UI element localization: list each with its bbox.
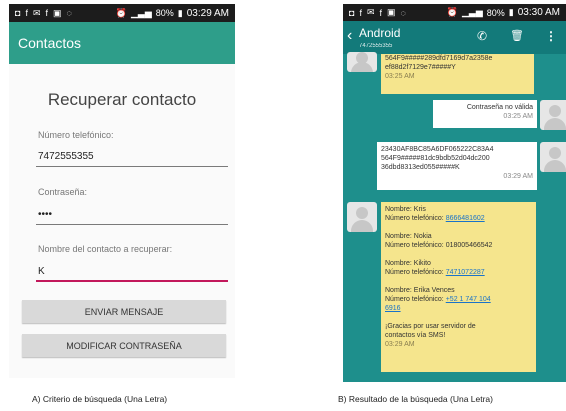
contact-result-phone: Número telefónico: 7471072287 [385,269,485,276]
message-text: Contraseña no válida [466,104,533,111]
alarm-icon: ⏰ [115,7,127,18]
message-bubble-outgoing[interactable]: Contraseña no válida 03:25 AM [433,100,537,128]
status-right: ⏰ ▁▃▅ 80% ▮ 03:29 AM [116,8,229,19]
change-password-button[interactable]: MODIFICAR CONTRASEÑA [22,334,226,357]
status-time: 03:30 AM [517,7,560,18]
signal-icon: ▁▃▅ [462,7,483,17]
message-bubble-incoming[interactable]: Nombre: Kris Número telefónico: 86664816… [381,202,536,372]
message-line: ef88d2f7129e7#####Y [385,64,456,71]
battery-icon: ▮ [177,7,183,18]
page-title: Recuperar contacto [47,90,197,109]
avatar-icon [347,52,377,72]
message-line: 564F9#####289dfd7169d7a2358e [385,55,493,62]
contact-result-name: Nombre: Nokia [385,233,432,240]
closing-line: contactos vía SMS! [385,332,446,339]
contact-number: 7472555355 [359,43,393,49]
message-time: 03:25 AM [385,73,415,80]
phone-link[interactable]: 7471072287 [446,269,485,276]
mail-icon: ✉ [32,7,42,18]
phone-link[interactable]: +52 1 747 104 [446,296,491,303]
contact-result-name: Nombre: Erika Vences [385,287,455,294]
password-label: Contraseña: [38,187,88,197]
phone-icon[interactable]: ✆ [477,29,487,43]
phone-field[interactable]: 7472555355 [38,151,94,162]
facebook-icon: f [45,8,50,18]
closing-line: ¡Gracias por usar servidor de [385,323,476,330]
message-line: 23430AF8BC85A6DF065222C83A4 [381,146,494,153]
message-time: 03:29 AM [385,341,415,348]
notification-icon: ◘ [15,8,22,18]
notification-icons: ◘ f ✉ f ▣ ◌ [15,8,73,19]
back-arrow-icon[interactable]: ‹ [347,27,352,45]
password-field-underline [36,224,228,225]
send-message-button[interactable]: ENVIAR MENSAJE [22,300,226,323]
notification-icon: ◘ [349,7,356,18]
contact-result-name: Nombre: Kris [385,206,426,213]
battery-level: 80% [486,7,505,18]
contact-result-name: Nombre: Kikito [385,260,431,267]
notification-icons: ◘ f ✉ f ▣ ◌ [349,7,407,18]
status-bar: ◘ f ✉ f ▣ ◌ ⏰ ▁▃▅ 80% ▮ 03:30 AM [343,4,566,21]
contact-name-label: Nombre del contacto a recuperar: [38,244,173,254]
avatar-icon [540,100,566,130]
conversation-header: ‹ Android 7472555355 ✆ 🗑 ⋮ [343,21,566,54]
status-right: ⏰ ▁▃▅ 80% ▮ 03:30 AM [447,7,560,18]
message-time: 03:29 AM [503,173,533,180]
contact-name: Android [359,26,401,40]
avatar-icon [347,202,377,232]
facebook-icon: f [359,7,363,18]
contact-result-phone: Número telefónico: 8666481602 [385,215,485,222]
mail-icon: ✉ [366,7,376,17]
screen-sms-conversation: ◘ f ✉ f ▣ ◌ ⏰ ▁▃▅ 80% ▮ 03:30 AM ‹ Andro… [343,4,566,382]
trash-icon[interactable]: 🗑 [510,29,524,42]
status-time: 03:29 AM [186,7,229,19]
alarm-icon: ⏰ [446,7,458,17]
phone-label: Número telefónico: [38,130,114,140]
message-bubble-outgoing[interactable]: 23430AF8BC85A6DF065222C83A4 564F9#####81… [377,142,537,190]
whatsapp-icon: ◌ [400,7,407,18]
status-bar: ◘ f ✉ f ▣ ◌ ⏰ ▁▃▅ 80% ▮ 03:29 AM [9,4,235,22]
signal-icon: ▁▃▅ [131,7,152,18]
phone-link[interactable]: 8666481602 [446,215,485,222]
contact-result-phone: Número telefónico: +52 1 747 104 [385,296,491,303]
phone-link-continued[interactable]: 6916 [385,304,532,313]
overflow-menu-icon[interactable]: ⋮ [545,29,557,43]
contact-name-field[interactable]: K [38,266,45,277]
caption-b: B) Resultado de la búsqueda (Una Letra) [338,394,493,404]
app-title: Contactos [18,35,82,51]
battery-level: 80% [155,8,174,18]
caption-a: A) Criterio de búsqueda (Una Letra) [32,394,168,404]
app-bar: Contactos [9,22,235,64]
message-line: 36dbd8313ed055#####K [381,164,460,171]
image-icon: ▣ [53,7,63,18]
phone-field-underline [36,166,228,167]
avatar-icon [540,142,566,172]
message-bubble-incoming[interactable]: 564F9#####289dfd7169d7a2358e ef88d2f7129… [381,54,534,94]
contact-result-phone: Número telefónico: 018005466542 [385,242,493,249]
image-icon: ▣ [387,7,397,17]
form-card: Recuperar contacto Número telefónico: 74… [9,64,235,378]
screen-recuperar-contacto: ◘ f ✉ f ▣ ◌ ⏰ ▁▃▅ 80% ▮ 03:29 AM Contact… [9,4,235,378]
facebook-icon: f [379,7,384,18]
message-line: 564F9#####81dc9bdb52d04dc200 [381,155,490,162]
whatsapp-icon: ◌ [66,8,73,18]
battery-icon: ▮ [508,7,514,17]
contact-name-field-underline [36,280,228,282]
facebook-icon: f [25,8,29,18]
password-field[interactable]: •••• [38,209,52,220]
message-time: 03:25 AM [503,113,533,120]
